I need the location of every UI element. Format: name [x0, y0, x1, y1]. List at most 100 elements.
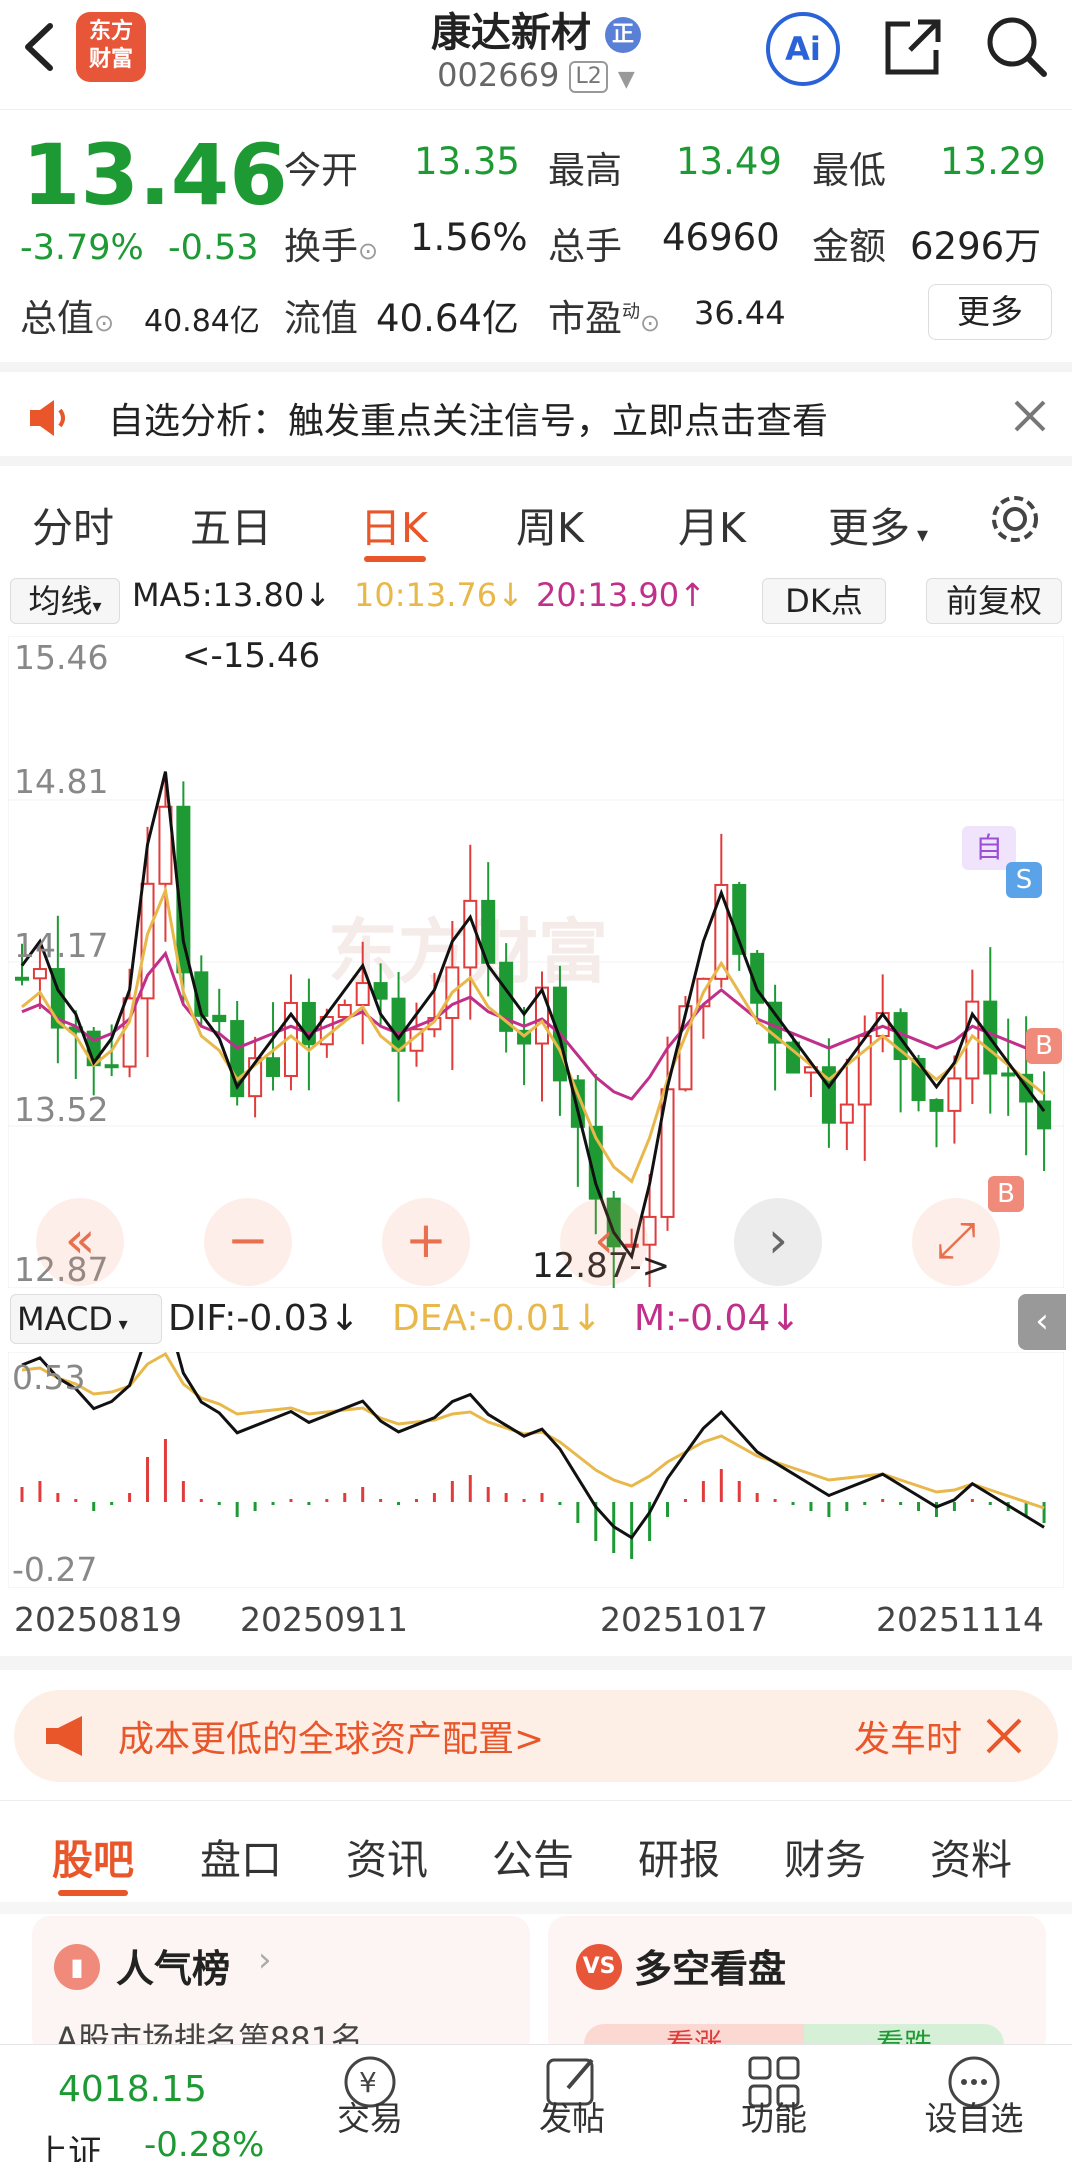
candle — [947, 1077, 962, 1112]
candle — [839, 1103, 854, 1124]
share-icon[interactable] — [880, 14, 946, 80]
promo-right-text: 发车时 — [854, 1719, 963, 1760]
zoom-out-icon[interactable]: − — [204, 1198, 292, 1286]
date-label-1: 20250819 — [14, 1600, 182, 1639]
popularity-card[interactable]: ▮ 人气榜 › A股市场排名第881名 — [32, 1916, 530, 2058]
macd-m: M:-0.04↓ — [634, 1298, 801, 1339]
settings-icon[interactable] — [986, 490, 1044, 548]
more-quote-button[interactable]: 更多 — [928, 284, 1052, 340]
tab-profile[interactable]: 资料 — [930, 1826, 1012, 1886]
dk-point-button[interactable]: DK点 — [762, 578, 886, 624]
ma-type-select[interactable]: 均线▾ — [10, 578, 120, 624]
date-label-2: 20250911 — [240, 1600, 408, 1639]
turnover-value: 1.56% — [410, 216, 528, 259]
macd-axis-bottom: -0.27 — [12, 1550, 98, 1589]
index-change[interactable]: -0.28% — [144, 2125, 264, 2162]
turnover-label: 换手⊙ — [284, 225, 379, 268]
change-amount: -0.53 — [168, 228, 259, 268]
bull-bear-title: 多空看盘 — [634, 1947, 787, 1991]
tab-announcement[interactable]: 公告 — [492, 1826, 574, 1886]
high-value: 13.49 — [676, 140, 782, 183]
rank-icon: ▮ — [54, 1944, 100, 1990]
search-icon[interactable] — [982, 12, 1050, 80]
zoom-in-icon[interactable]: + — [382, 1198, 470, 1286]
candle — [1001, 1072, 1016, 1077]
tab-monthly-k[interactable]: 月K — [678, 494, 746, 554]
low-label: 最低 — [812, 149, 886, 192]
promo-banner[interactable]: 成本更低的全球资产配置> 发车时 — [14, 1690, 1058, 1782]
pe-label: 市盈动⊙ — [548, 297, 661, 340]
volume-value: 46960 — [662, 216, 780, 259]
function-button[interactable]: 功能 — [704, 2092, 844, 2140]
tab-more[interactable]: 更多 ▾ — [828, 494, 928, 554]
next-icon[interactable]: › — [734, 1198, 822, 1286]
macd-dif: DIF:-0.03↓ — [168, 1298, 360, 1339]
candle — [337, 1004, 352, 1018]
volume-label: 总手 — [548, 225, 622, 268]
popularity-chevron-icon: › — [258, 1940, 272, 1980]
tab-research[interactable]: 研报 — [638, 1826, 720, 1886]
popularity-title: 人气榜 — [116, 1947, 231, 1991]
float-label: 流值 — [284, 297, 358, 340]
change-pct: -3.79% — [20, 228, 144, 268]
candle — [212, 1014, 227, 1023]
notice-text: 自选分析：触发重点关注信号，立即点击查看 — [108, 401, 829, 442]
divider-3 — [0, 1902, 1072, 1914]
amount-value: 6296万 — [910, 225, 1042, 268]
adjust-select[interactable]: 前复权 — [926, 578, 1062, 624]
index-value[interactable]: 4018.15 — [58, 2069, 207, 2110]
period-tabs: 分时 五日 日K 周K 月K 更多 ▾ — [0, 480, 1072, 562]
scroll-left-icon[interactable]: « — [36, 1198, 124, 1286]
buy-marker-1[interactable]: B — [1026, 1028, 1062, 1064]
last-price: 13.46 — [22, 126, 288, 224]
tab-guba[interactable]: 股吧 — [52, 1826, 134, 1886]
tab-five-day[interactable]: 五日 — [190, 494, 272, 554]
macd-type-select[interactable]: MACD ▾ — [10, 1294, 162, 1344]
index-name[interactable]: 上证 — [34, 2125, 102, 2162]
tab-finance[interactable]: 财务 — [784, 1826, 866, 1886]
close-icon[interactable] — [1012, 398, 1048, 434]
candle — [463, 899, 478, 969]
date-label-4: 20251114 — [876, 1600, 1044, 1639]
analysis-notice[interactable]: 自选分析：触发重点关注信号，立即点击查看 — [0, 362, 1072, 466]
buy-marker-2[interactable]: B — [988, 1176, 1024, 1212]
promo-text: 成本更低的全球资产配置> — [118, 1719, 545, 1760]
tab-pankou[interactable]: 盘口 — [200, 1826, 282, 1886]
tab-daily-k[interactable]: 日K — [360, 494, 428, 554]
ma20-value: 20:13.90↑ — [536, 576, 706, 614]
divider — [0, 1656, 1072, 1670]
macd-dea: DEA:-0.01↓ — [392, 1298, 602, 1339]
tab-weekly-k[interactable]: 周K — [516, 494, 584, 554]
top-header: 东方 财富 康达新材 正 002669 L2 ▼ Ai — [0, 0, 1072, 110]
candle — [391, 997, 406, 1052]
trade-button[interactable]: 交易 — [300, 2092, 440, 2140]
collapse-panel-icon[interactable]: ‹ — [1018, 1294, 1066, 1350]
macd-axis-top: 0.53 — [12, 1358, 86, 1397]
active-tab-indicator — [364, 556, 426, 562]
macd-chart[interactable] — [8, 1352, 1064, 1588]
open-label: 今开 — [284, 149, 358, 192]
tab-minute[interactable]: 分时 — [32, 494, 114, 554]
fullscreen-icon[interactable]: ⤢ — [912, 1198, 1000, 1286]
pe-value: 36.44 — [694, 294, 786, 332]
ai-button[interactable]: Ai — [766, 12, 840, 86]
close-promo-icon[interactable] — [984, 1716, 1024, 1756]
open-value: 13.35 — [414, 140, 520, 183]
vs-icon: VS — [576, 1944, 622, 1990]
post-button[interactable]: 发帖 — [502, 2092, 642, 2140]
bull-bear-card[interactable]: VS 多空看盘 看涨 看跌 — [548, 1916, 1046, 2064]
prev-icon[interactable]: ‹ — [560, 1198, 648, 1286]
low-value: 13.29 — [940, 140, 1046, 183]
ma10-value: 10:13.76↓ — [354, 576, 524, 614]
tab-news[interactable]: 资讯 — [346, 1826, 428, 1886]
price-axis-high: 15.46 — [14, 638, 109, 677]
add-watchlist-button[interactable]: 设自选 — [904, 2092, 1044, 2140]
candle — [929, 1099, 944, 1112]
divider-2 — [0, 1800, 1072, 1801]
info-tab-indicator — [58, 1890, 128, 1896]
ma5-value: MA5:13.80↓ — [132, 576, 332, 614]
price-axis-3: 14.17 — [14, 926, 109, 965]
sell-marker[interactable]: S — [1006, 862, 1042, 898]
kline-chart[interactable]: 东方财富 — [8, 636, 1064, 1288]
date-label-3: 20251017 — [600, 1600, 768, 1639]
